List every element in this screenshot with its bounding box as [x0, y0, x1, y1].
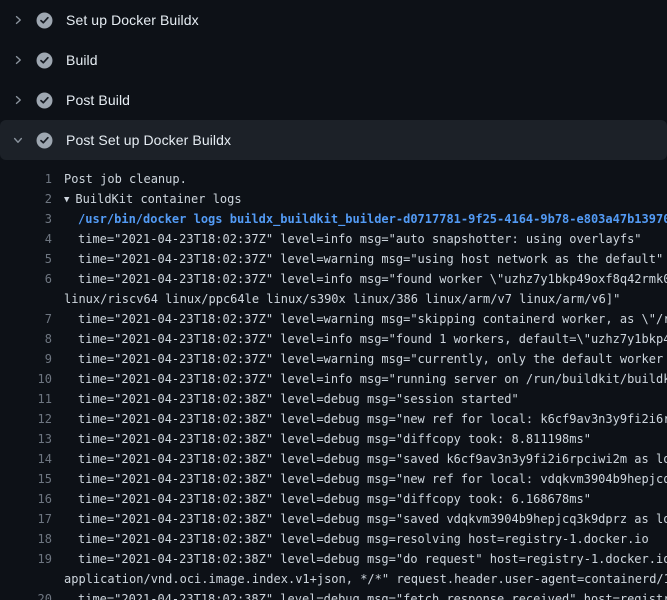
log-line-text: time="2021-04-23T18:02:37Z" level=info m… [78, 229, 642, 249]
chevron-down-icon [12, 134, 24, 146]
log-line: 10 time="2021-04-23T18:02:37Z" level=info… [0, 369, 667, 389]
log-line-number[interactable]: 17 [0, 509, 52, 529]
log-pane: 1 Post job cleanup. 2 ▼ BuildKit container l… [0, 160, 667, 600]
log-line: 2 ▼ BuildKit container logs [0, 189, 667, 209]
log-line: 15 time="2021-04-23T18:02:38Z" level=debu… [0, 469, 667, 489]
log-line-number[interactable]: 11 [0, 389, 52, 409]
triangle-down-icon: ▼ [64, 190, 69, 209]
log-line-number[interactable]: 19 [0, 549, 52, 569]
log-line-text: time="2021-04-23T18:02:37Z" level=info m… [78, 269, 667, 289]
steps-list: Set up Docker Buildx Build Post Build Post … [0, 0, 667, 160]
log-line: 6 time="2021-04-23T18:02:37Z" level=info … [0, 269, 667, 289]
log-line-text: time="2021-04-23T18:02:37Z" level=warnin… [78, 309, 667, 329]
log-line: 19 time="2021-04-23T18:02:38Z" level=debu… [0, 549, 667, 569]
log-line-text: Post job cleanup. [64, 169, 187, 189]
log-line-text: time="2021-04-23T18:02:37Z" level=info m… [78, 329, 667, 349]
step-title: Build [66, 52, 98, 68]
log-line-text: time="2021-04-23T18:02:38Z" level=debug … [78, 529, 649, 549]
log-line: 1 Post job cleanup. [0, 169, 667, 189]
log-line-text: time="2021-04-23T18:02:38Z" level=debug … [78, 409, 667, 429]
log-line: 20 time="2021-04-23T18:02:38Z" level=debu… [0, 589, 667, 600]
log-line-number[interactable]: 1 [0, 169, 52, 189]
log-line-number[interactable]: 12 [0, 409, 52, 429]
check-circle-icon [36, 132, 53, 149]
check-circle-icon [36, 12, 53, 29]
log-line: 5 time="2021-04-23T18:02:37Z" level=warni… [0, 249, 667, 269]
step-title: Post Set up Docker Buildx [66, 132, 231, 148]
log-line-text: time="2021-04-23T18:02:38Z" level=debug … [78, 429, 591, 449]
log-line: 14 time="2021-04-23T18:02:38Z" level=debu… [0, 449, 667, 469]
log-line-number[interactable]: 8 [0, 329, 52, 349]
log-line: 18 time="2021-04-23T18:02:38Z" level=debu… [0, 529, 667, 549]
log-line-continuation: application/vnd.oci.image.index.v1+json,… [0, 569, 667, 589]
log-line-number[interactable]: 7 [0, 309, 52, 329]
log-group-label: BuildKit container logs [75, 192, 241, 206]
log-command-text: /usr/bin/docker logs buildx_buildkit_bui… [78, 209, 667, 229]
log-line-number[interactable]: 20 [0, 589, 52, 600]
log-line: 12 time="2021-04-23T18:02:38Z" level=debu… [0, 409, 667, 429]
log-line: 7 time="2021-04-23T18:02:37Z" level=warni… [0, 309, 667, 329]
step-header-2[interactable]: Post Build [0, 80, 667, 120]
log-line-number[interactable]: 15 [0, 469, 52, 489]
log-line: 8 time="2021-04-23T18:02:37Z" level=info … [0, 329, 667, 349]
step-header-0[interactable]: Set up Docker Buildx [0, 0, 667, 40]
chevron-right-icon [12, 14, 24, 26]
check-circle-icon [36, 52, 53, 69]
chevron-right-icon [12, 54, 24, 66]
log-line-number[interactable]: 5 [0, 249, 52, 269]
step-header-3[interactable]: Post Set up Docker Buildx [0, 120, 667, 160]
log-line-text: time="2021-04-23T18:02:38Z" level=debug … [78, 389, 519, 409]
log-line: 4 time="2021-04-23T18:02:37Z" level=info … [0, 229, 667, 249]
log-line-number[interactable]: 4 [0, 229, 52, 249]
step-title: Set up Docker Buildx [66, 12, 199, 28]
log-line-text: time="2021-04-23T18:02:37Z" level=warnin… [78, 249, 663, 269]
step-title: Post Build [66, 92, 130, 108]
workflow-log-viewer: Set up Docker Buildx Build Post Build Post … [0, 0, 667, 600]
log-line-text: time="2021-04-23T18:02:38Z" level=debug … [78, 589, 667, 600]
log-line: 11 time="2021-04-23T18:02:38Z" level=debu… [0, 389, 667, 409]
log-line-number[interactable]: 3 [0, 209, 52, 229]
log-line: 13 time="2021-04-23T18:02:38Z" level=debu… [0, 429, 667, 449]
log-line-number[interactable]: 16 [0, 489, 52, 509]
log-line-continuation: linux/riscv64 linux/ppc64le linux/s390x … [0, 289, 667, 309]
log-line-number[interactable]: 2 [0, 189, 52, 209]
chevron-right-icon [12, 94, 24, 106]
step-header-1[interactable]: Build [0, 40, 667, 80]
log-line: 17 time="2021-04-23T18:02:38Z" level=debu… [0, 509, 667, 529]
log-line-text: linux/riscv64 linux/ppc64le linux/s390x … [64, 289, 620, 309]
log-line-number[interactable]: 9 [0, 349, 52, 369]
log-line-text: time="2021-04-23T18:02:38Z" level=debug … [78, 469, 667, 489]
log-line-text: time="2021-04-23T18:02:38Z" level=debug … [78, 449, 667, 469]
log-line: 16 time="2021-04-23T18:02:38Z" level=debu… [0, 489, 667, 509]
log-line-text: time="2021-04-23T18:02:38Z" level=debug … [78, 509, 667, 529]
log-group-toggle[interactable]: ▼ BuildKit container logs [64, 189, 242, 209]
log-line: 9 time="2021-04-23T18:02:37Z" level=warni… [0, 349, 667, 369]
log-line-number[interactable]: 6 [0, 269, 52, 289]
log-line-number[interactable]: 18 [0, 529, 52, 549]
log-line-number[interactable]: 14 [0, 449, 52, 469]
log-line-number[interactable]: 10 [0, 369, 52, 389]
check-circle-icon [36, 92, 53, 109]
log-line-text: time="2021-04-23T18:02:37Z" level=info m… [78, 369, 667, 389]
log-line-text: application/vnd.oci.image.index.v1+json,… [64, 569, 667, 589]
log-line-text: time="2021-04-23T18:02:38Z" level=debug … [78, 489, 591, 509]
log-line-text: time="2021-04-23T18:02:38Z" level=debug … [78, 549, 667, 569]
log-line: 3/usr/bin/docker logs buildx_buildkit_bu… [0, 209, 667, 229]
log-line-number[interactable]: 13 [0, 429, 52, 449]
log-line-text: time="2021-04-23T18:02:37Z" level=warnin… [78, 349, 667, 369]
